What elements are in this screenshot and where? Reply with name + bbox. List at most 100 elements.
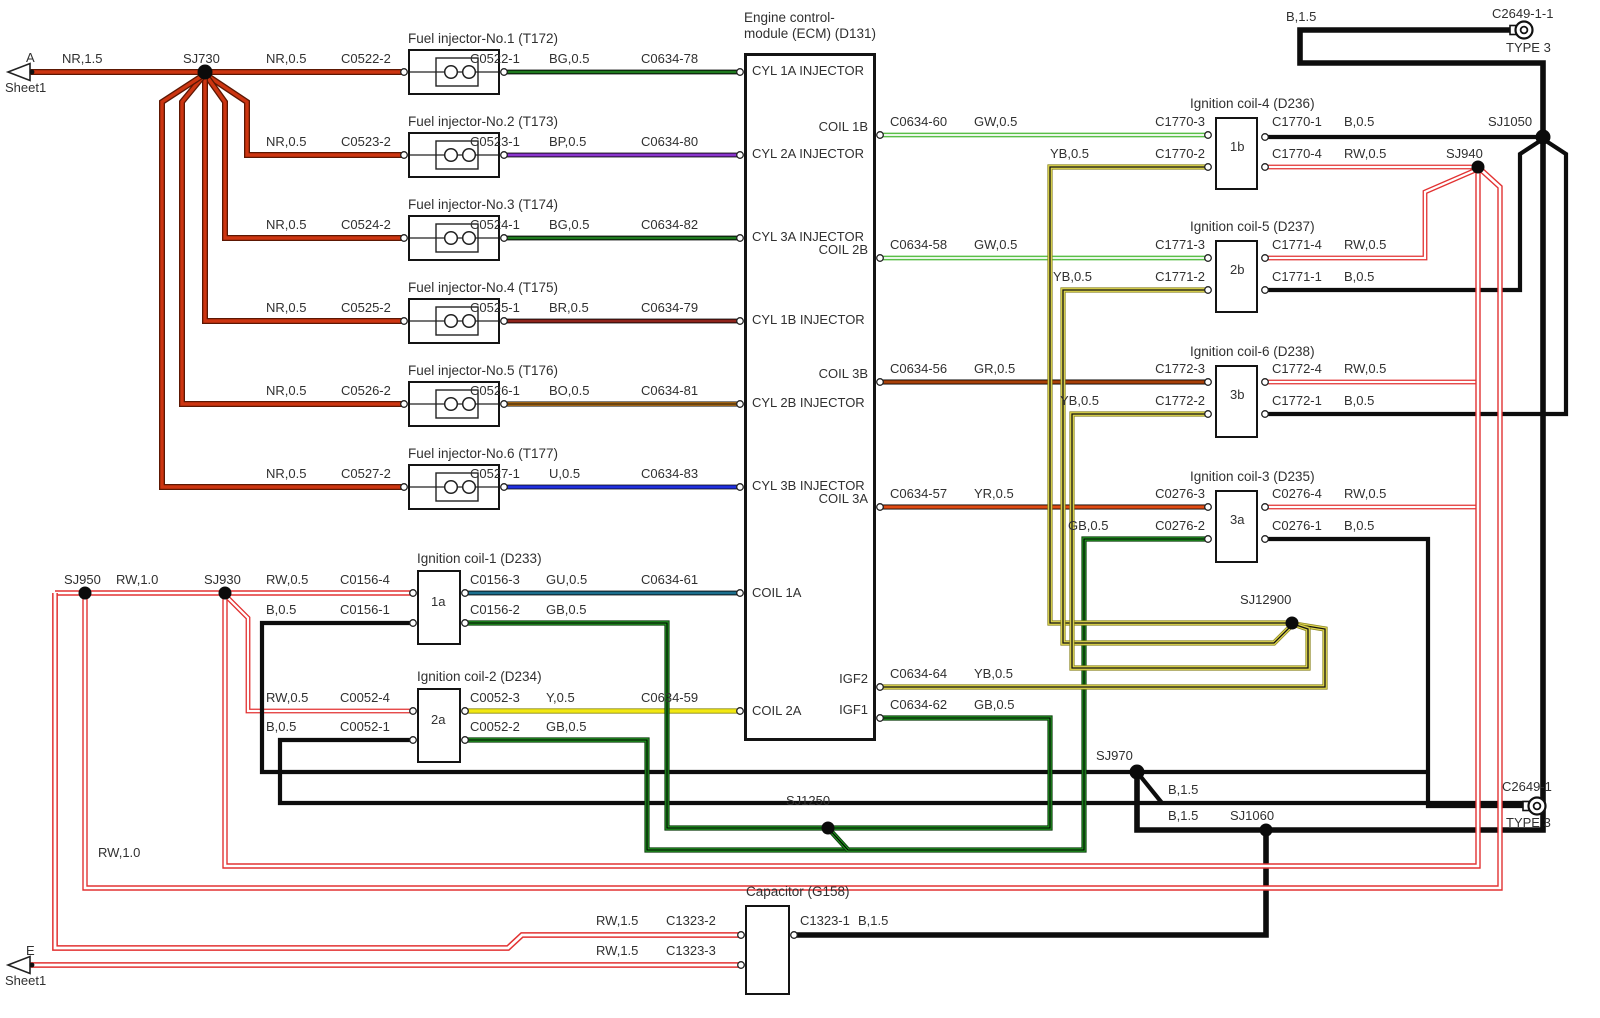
wire-label: C0634-59 [641,690,698,705]
wire-label: B,0.5 [266,602,296,617]
wire-yb-coil5 [1063,290,1292,643]
wire-label: C0156-1 [340,602,390,617]
wire-label: B,1.5 [1168,782,1198,797]
wire-label: RW,1.5 [596,913,638,928]
wire-label: C1770-4 [1272,146,1322,161]
sheet-ref: E [26,943,35,958]
wire-label: C0634-78 [641,51,698,66]
wire-label: C0634-60 [890,114,947,129]
wire-label: RW,0.5 [266,572,308,587]
wire-label: B,0.5 [1344,518,1374,533]
wire-label: GB,0.5 [546,602,586,617]
coil-tag: 2b [1230,262,1244,277]
wire-label: C0634-64 [890,666,947,681]
wire-label: RW,1.5 [596,943,638,958]
splice-SJ950 [79,587,92,600]
connector-point [738,962,745,969]
connector-point [737,484,744,491]
connector-point [791,932,798,939]
splice-label: SJ940 [1446,146,1483,161]
wire-label: C1771-2 [1155,269,1205,284]
connector-point [1262,287,1269,294]
wire-label: B,0.5 [1344,393,1374,408]
wire-label: GB,0.5 [974,697,1014,712]
wire-label: C0524-1 [470,217,520,232]
wire-label: BG,0.5 [549,51,589,66]
component-title: Engine control- [744,10,835,25]
wire-label: NR,1.5 [62,51,102,66]
wire-label: C1770-2 [1155,146,1205,161]
wire-label: GW,0.5 [974,237,1017,252]
connector-point [737,318,744,325]
connector-point [501,152,508,159]
connector-point [1205,164,1212,171]
connector-point [1205,287,1212,294]
connector-point [1262,255,1269,262]
terminal-label: C2649-1-1 [1492,6,1553,21]
wire-label: B,1.5 [858,913,888,928]
connector-point [1262,504,1269,511]
wire-label: C1770-3 [1155,114,1205,129]
wire-label: RW,0.5 [1344,486,1386,501]
splice-SJ730 [198,65,213,80]
wire-label: C0634-81 [641,383,698,398]
coil-tag: 3b [1230,387,1244,402]
wire-label: GW,0.5 [974,114,1017,129]
coil-tag: 3a [1230,512,1244,527]
splice-SJ930 [219,587,232,600]
pin-label: CYL 1B INJECTOR [752,312,865,327]
connector-point [1262,379,1269,386]
wire-label: Y,0.5 [546,690,575,705]
splice-label: SJ1250 [786,793,830,808]
wire-label: C1772-4 [1272,361,1322,376]
wire-nr-inj4 [205,74,404,321]
wire-label: U,0.5 [549,466,580,481]
splice-SJ970 [1130,765,1145,780]
component-title: Ignition coil-6 (D238) [1190,344,1315,359]
wire-label: C0276-2 [1155,518,1205,533]
component-title: Ignition coil-1 (D233) [417,551,542,566]
off-sheet-arrow-e [8,957,34,974]
wire-label: C1770-1 [1272,114,1322,129]
connector-point [877,715,884,722]
wire-label: C0634-57 [890,486,947,501]
connector-point [1262,411,1269,418]
connector-point [877,379,884,386]
splice-SJ12900 [1286,617,1299,630]
wire-label: YB,0.5 [974,666,1013,681]
wire-label: NR,0.5 [266,217,306,232]
wire-label: YB,0.5 [1050,146,1089,161]
component-title: Fuel injector-No.2 (T173) [408,114,558,129]
pin-label: COIL 1B [819,119,868,134]
pin-label: COIL 3B [819,366,868,381]
component-title: Fuel injector-No.1 (T172) [408,31,558,46]
wire-label: C1771-3 [1155,237,1205,252]
splice-label: SJ1060 [1230,808,1274,823]
connector-point [737,590,744,597]
wire-label: C0634-82 [641,217,698,232]
connector-point [462,708,469,715]
connector-point [501,235,508,242]
wire-label: C0276-3 [1155,486,1205,501]
wire-label: C0156-2 [470,602,520,617]
wire-label: C0052-4 [340,690,390,705]
connector-point [401,152,408,159]
wire-label: C0052-3 [470,690,520,705]
component-title: Ignition coil-2 (D234) [417,669,542,684]
connector-point [877,684,884,691]
splice-SJ1060 [1260,824,1273,837]
wire-label: C1772-1 [1272,393,1322,408]
wire-yb-coil5 [1063,290,1292,643]
wire-label: B,0.5 [1344,114,1374,129]
wire-label: C0634-79 [641,300,698,315]
connector-point [401,69,408,76]
component-title: Fuel injector-No.5 (T176) [408,363,558,378]
splice-SJ1050 [1536,130,1551,145]
wire-label: C0527-2 [341,466,391,481]
wire-label: C1771-1 [1272,269,1322,284]
component-title: module (ECM) (D131) [744,26,876,41]
ring-terminal-C2649-1-1 [1510,22,1533,39]
wire-label: C0526-2 [341,383,391,398]
coil-tag: 1b [1230,139,1244,154]
wire-label: B,0.5 [266,719,296,734]
